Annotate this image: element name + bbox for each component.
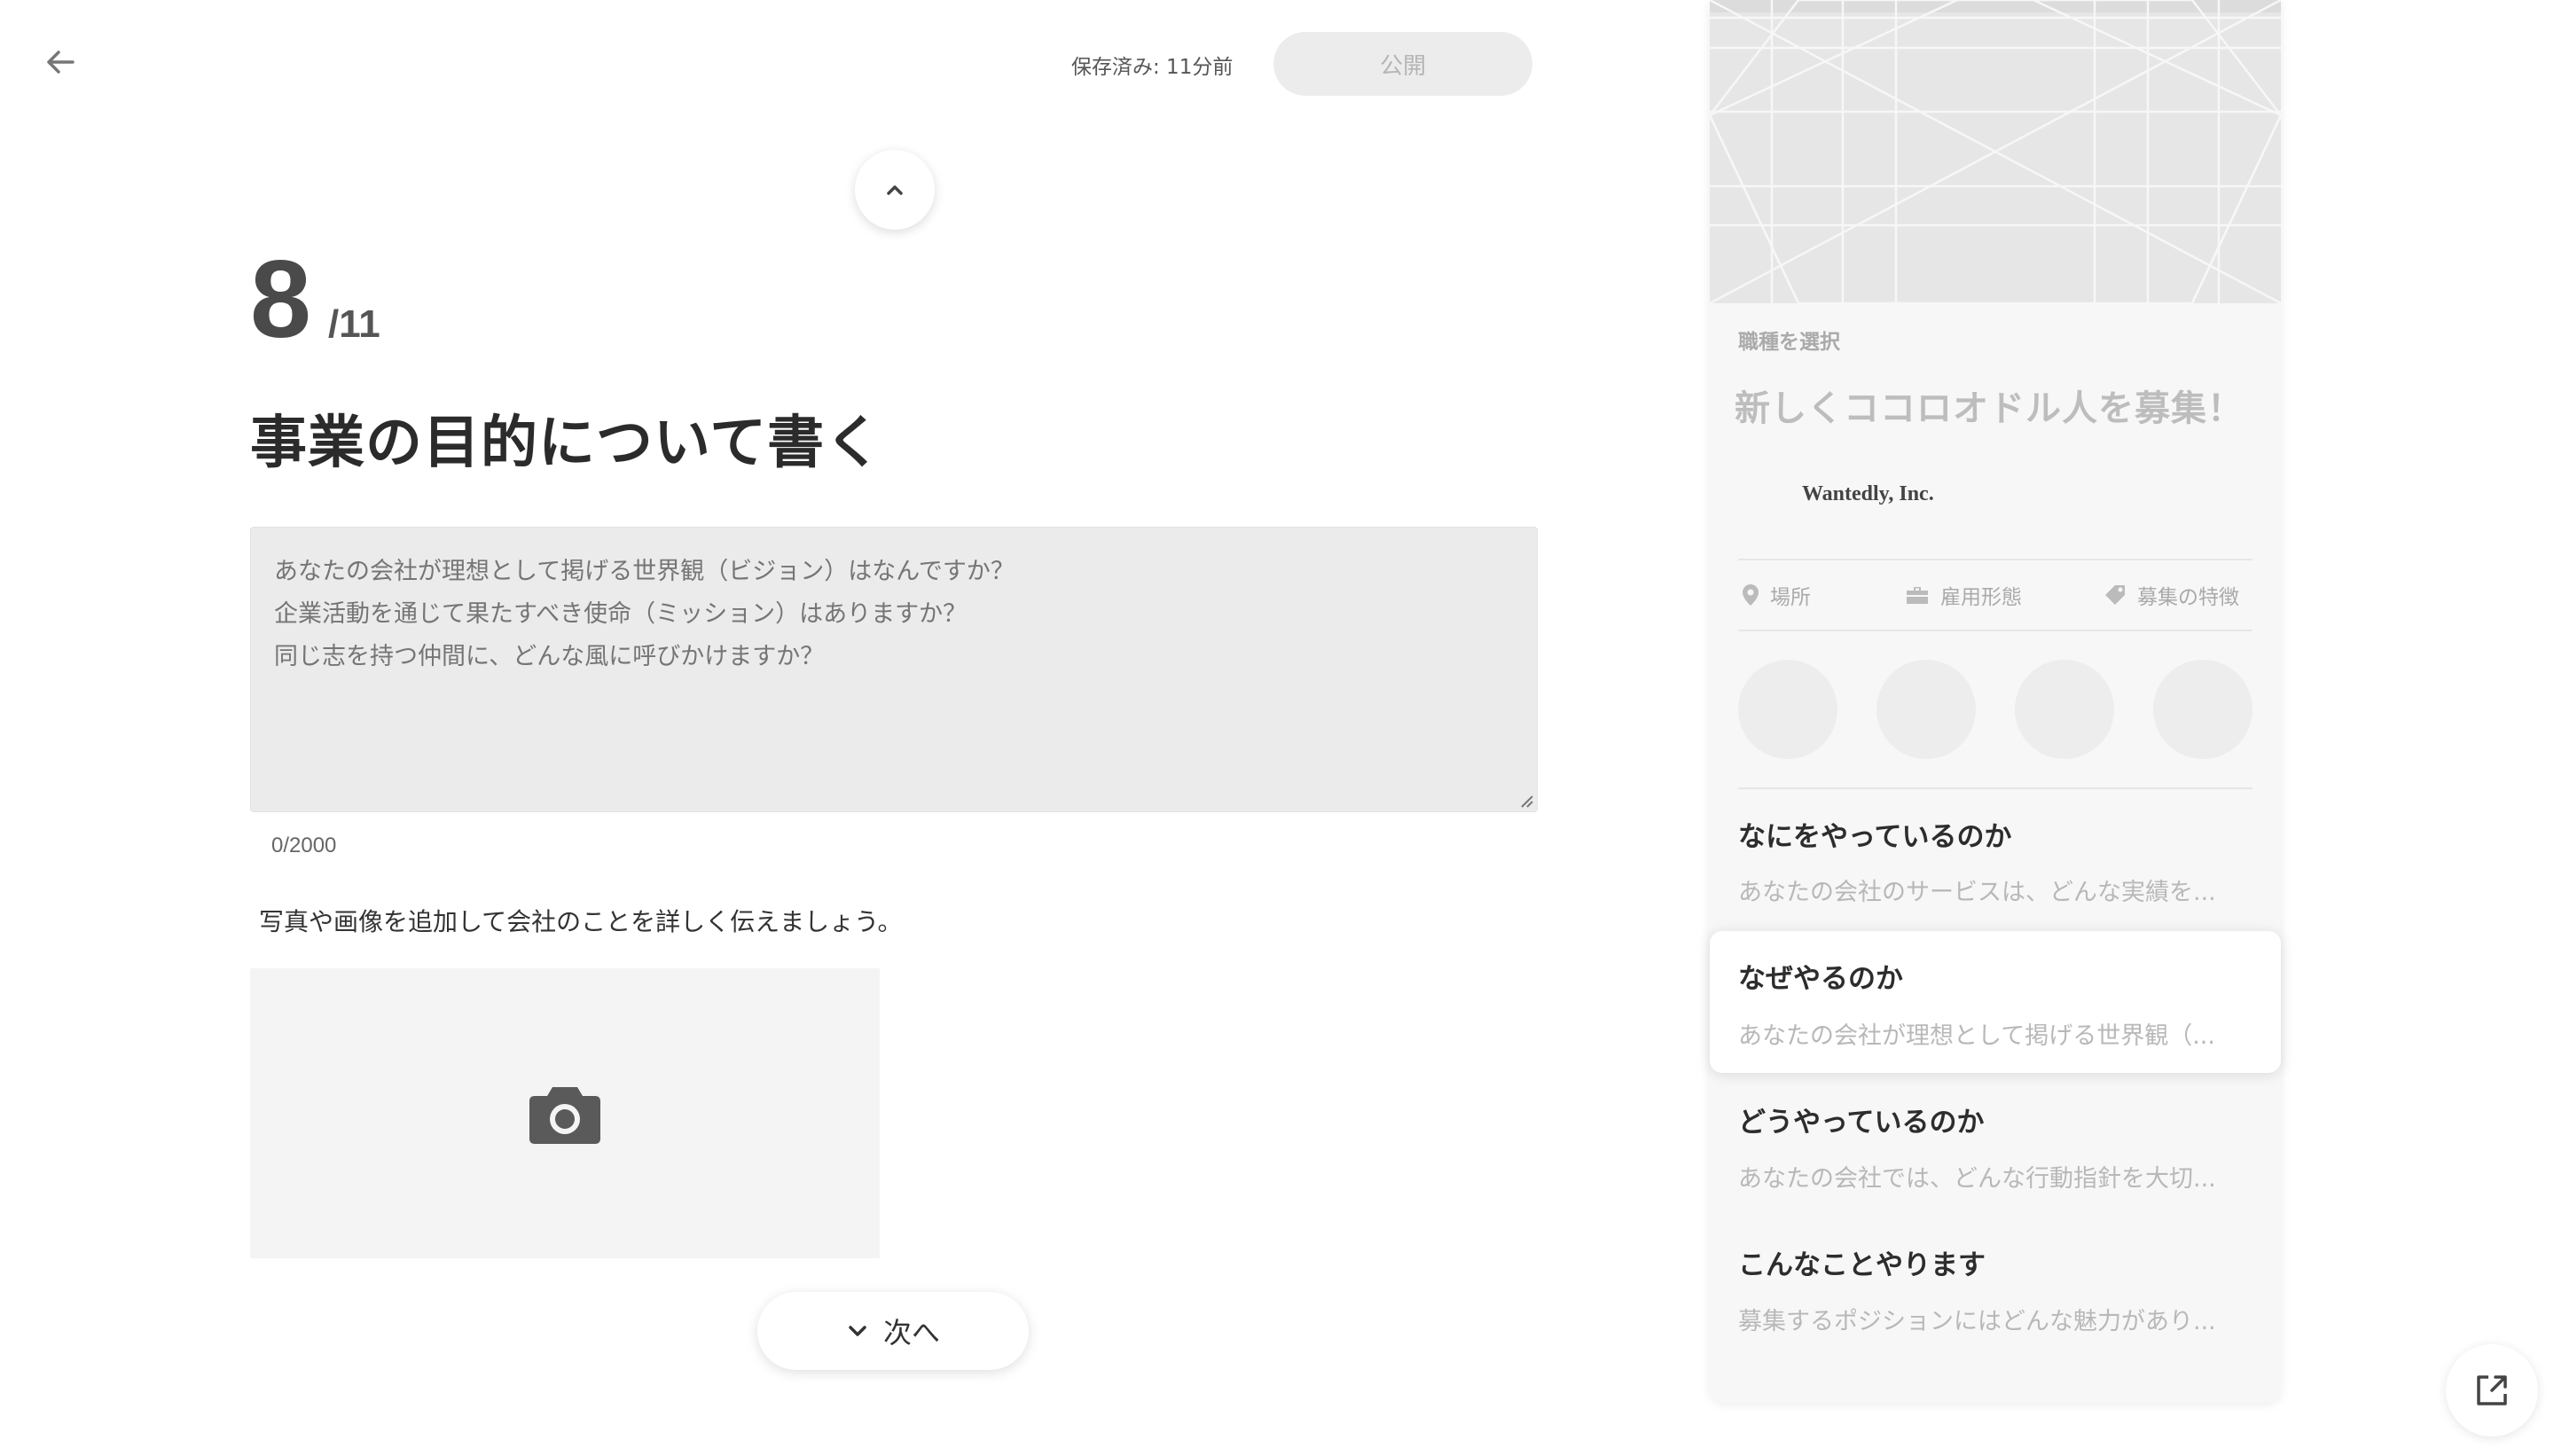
meta-location-label: 場所 <box>1770 586 1811 609</box>
section-title[interactable]: なにをやっているのか <box>1738 814 2011 854</box>
meta-location: 場所 <box>1742 580 1811 610</box>
member-avatar-placeholder <box>1876 660 1976 759</box>
resize-handle-icon[interactable] <box>1518 793 1534 809</box>
photo-upload-area[interactable] <box>250 968 880 1258</box>
section-text: あなたの会社のサービスは、どんな実績を... <box>1738 879 2216 906</box>
photo-hint: 写真や画像を追加して会社のことを詳しく伝えましょう。 <box>259 907 903 936</box>
section-title[interactable]: どうやっているのか <box>1738 1100 1984 1139</box>
preview-headline: 新しくココロオドル人を募集！ <box>1735 388 2244 429</box>
page-title: 事業の目的について書く <box>250 411 883 476</box>
purpose-textarea[interactable] <box>250 527 1538 812</box>
cover-image-placeholder <box>1710 0 2281 303</box>
next-step-button[interactable]: 次へ <box>757 1292 1029 1370</box>
preview-company-name: Wantedly, Inc. <box>1802 482 1934 505</box>
section-text: 募集するポジションにはどんな魅力があり... <box>1738 1308 2216 1335</box>
preview-panel: 職種を選択 新しくココロオドル人を募集！ Wantedly, Inc. 場所 雇… <box>1710 0 2281 1403</box>
step-current: 8 <box>250 239 311 361</box>
preview-occupation: 職種を選択 <box>1738 331 1840 354</box>
meta-employment: 雇用形態 <box>1905 580 2022 610</box>
section-text: あなたの会社では、どんな行動指針を大切... <box>1738 1165 2216 1193</box>
step-total: /11 <box>328 302 380 346</box>
member-avatar-placeholder <box>2015 660 2114 759</box>
briefcase-icon <box>1907 587 1928 604</box>
section-text: あなたの会社が理想として掲げる世界観（... <box>1738 1022 2215 1050</box>
previous-step-button[interactable] <box>855 150 935 230</box>
tag-icon <box>2105 585 2125 605</box>
active-section-card[interactable] <box>1710 931 2281 1073</box>
section-title[interactable]: こんなことやります <box>1738 1242 1986 1282</box>
camera-icon <box>529 1086 600 1144</box>
map-pin-icon <box>1743 584 1759 606</box>
divider <box>1738 630 2252 631</box>
back-button[interactable] <box>37 39 83 85</box>
next-label: 次へ <box>882 1316 940 1350</box>
arrow-left-icon <box>47 51 74 74</box>
save-status: 保存済み: 11分前 <box>1071 56 1234 79</box>
meta-features: 募集の特徴 <box>2104 580 2239 610</box>
chevron-down-icon <box>849 1326 866 1336</box>
member-avatar-placeholder <box>2153 660 2252 759</box>
divider <box>1738 787 2252 789</box>
publish-button[interactable]: 公開 <box>1273 32 1532 96</box>
char-count: 0/2000 <box>271 834 337 857</box>
meta-features-label: 募集の特徴 <box>2137 586 2239 609</box>
member-avatar-placeholder <box>1738 660 1837 759</box>
chevron-up-icon <box>887 185 903 195</box>
external-link-icon <box>2477 1375 2507 1405</box>
divider <box>1738 559 2252 560</box>
meta-employment-label: 雇用形態 <box>1940 586 2022 609</box>
open-preview-button[interactable] <box>2446 1344 2538 1436</box>
section-title[interactable]: なぜやるのか <box>1738 956 1903 996</box>
